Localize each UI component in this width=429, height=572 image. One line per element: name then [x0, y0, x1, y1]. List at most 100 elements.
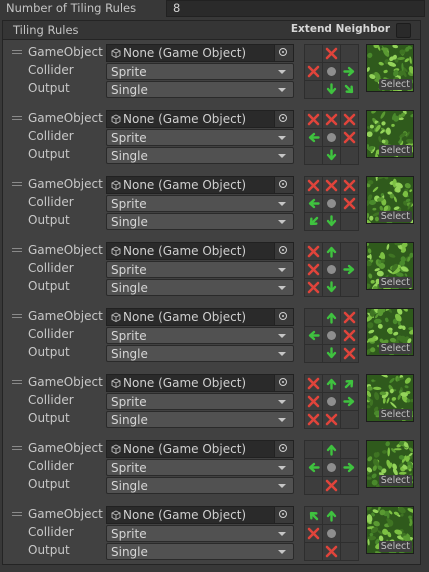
select-sprite-button[interactable]: Select: [378, 145, 412, 156]
sprite-preview[interactable]: Select: [366, 44, 414, 92]
neighbor-cell[interactable]: [305, 309, 322, 326]
neighbor-cell[interactable]: [323, 213, 340, 230]
sprite-preview[interactable]: Select: [366, 440, 414, 488]
neighbor-cell[interactable]: [323, 279, 340, 296]
drag-handle-icon[interactable]: [12, 380, 22, 386]
collider-dropdown[interactable]: Sprite: [106, 261, 294, 278]
drag-handle-icon[interactable]: [12, 50, 22, 56]
neighbor-cell[interactable]: [305, 147, 322, 164]
select-sprite-button[interactable]: Select: [378, 475, 412, 486]
gameobject-field[interactable]: None (Game Object): [106, 44, 294, 62]
drag-handle-icon[interactable]: [12, 248, 22, 254]
neighbor-cell[interactable]: [341, 213, 358, 230]
neighbor-cell[interactable]: [305, 507, 322, 524]
gameobject-field[interactable]: None (Game Object): [106, 374, 294, 392]
output-dropdown[interactable]: Single: [106, 345, 294, 362]
neighbor-cell[interactable]: [323, 45, 340, 62]
neighbor-cell[interactable]: [305, 543, 322, 560]
select-sprite-button[interactable]: Select: [378, 409, 412, 420]
neighbor-cell[interactable]: [323, 345, 340, 362]
neighbor-cell[interactable]: [341, 393, 358, 410]
extend-neighbor-checkbox[interactable]: [396, 23, 411, 38]
neighbor-cell[interactable]: [341, 111, 358, 128]
collider-dropdown[interactable]: Sprite: [106, 129, 294, 146]
neighbor-cell[interactable]: [323, 81, 340, 98]
select-sprite-button[interactable]: Select: [378, 541, 412, 552]
neighbor-cell[interactable]: [305, 375, 322, 392]
neighbor-cell[interactable]: [305, 195, 322, 212]
output-dropdown[interactable]: Single: [106, 279, 294, 296]
output-dropdown[interactable]: Single: [106, 411, 294, 428]
neighbor-cell[interactable]: [305, 63, 322, 80]
neighbor-cell[interactable]: [305, 411, 322, 428]
neighbor-cell[interactable]: [341, 345, 358, 362]
neighbor-cell[interactable]: [305, 459, 322, 476]
neighbor-cell[interactable]: [323, 375, 340, 392]
neighbor-cell[interactable]: [341, 441, 358, 458]
neighbor-cell[interactable]: [305, 525, 322, 542]
sprite-preview[interactable]: Select: [366, 308, 414, 356]
neighbor-cell[interactable]: [305, 327, 322, 344]
drag-handle-icon[interactable]: [12, 314, 22, 320]
object-picker-icon[interactable]: [274, 177, 293, 193]
tiling-rules-count-field[interactable]: 8: [166, 0, 425, 17]
neighbor-cell[interactable]: [305, 441, 322, 458]
neighbor-cell[interactable]: [341, 177, 358, 194]
neighbor-cell[interactable]: [323, 441, 340, 458]
neighbor-cell[interactable]: [305, 243, 322, 260]
output-dropdown[interactable]: Single: [106, 543, 294, 560]
neighbor-cell[interactable]: [305, 129, 322, 146]
neighbor-cell[interactable]: [341, 411, 358, 428]
neighbor-cell[interactable]: [341, 375, 358, 392]
neighbor-cell[interactable]: [341, 195, 358, 212]
neighbor-cell[interactable]: [305, 177, 322, 194]
neighbor-cell[interactable]: [323, 177, 340, 194]
gameobject-field[interactable]: None (Game Object): [106, 110, 294, 128]
collider-dropdown[interactable]: Sprite: [106, 393, 294, 410]
object-picker-icon[interactable]: [274, 375, 293, 391]
neighbor-cell[interactable]: [341, 147, 358, 164]
object-picker-icon[interactable]: [274, 45, 293, 61]
neighbor-cell[interactable]: [305, 213, 322, 230]
neighbor-cell[interactable]: [341, 543, 358, 560]
neighbor-cell[interactable]: [341, 81, 358, 98]
neighbor-cell[interactable]: [341, 525, 358, 542]
neighbor-cell[interactable]: [341, 459, 358, 476]
neighbor-cell[interactable]: [323, 477, 340, 494]
neighbor-cell[interactable]: [341, 279, 358, 296]
sprite-preview[interactable]: Select: [366, 110, 414, 158]
drag-handle-icon[interactable]: [12, 116, 22, 122]
output-dropdown[interactable]: Single: [106, 147, 294, 164]
neighbor-cell[interactable]: [341, 243, 358, 260]
drag-handle-icon[interactable]: [12, 512, 22, 518]
gameobject-field[interactable]: None (Game Object): [106, 176, 294, 194]
neighbor-cell[interactable]: [341, 309, 358, 326]
collider-dropdown[interactable]: Sprite: [106, 195, 294, 212]
neighbor-cell[interactable]: [341, 327, 358, 344]
sprite-preview[interactable]: Select: [366, 374, 414, 422]
gameobject-field[interactable]: None (Game Object): [106, 440, 294, 458]
neighbor-cell[interactable]: [305, 45, 322, 62]
neighbor-cell[interactable]: [341, 129, 358, 146]
neighbor-cell[interactable]: [341, 45, 358, 62]
neighbor-cell[interactable]: [323, 147, 340, 164]
neighbor-cell[interactable]: [305, 477, 322, 494]
select-sprite-button[interactable]: Select: [378, 343, 412, 354]
neighbor-cell[interactable]: [323, 543, 340, 560]
neighbor-cell[interactable]: [323, 111, 340, 128]
neighbor-cell[interactable]: [341, 477, 358, 494]
object-picker-icon[interactable]: [274, 441, 293, 457]
neighbor-cell[interactable]: [305, 393, 322, 410]
gameobject-field[interactable]: None (Game Object): [106, 242, 294, 260]
output-dropdown[interactable]: Single: [106, 213, 294, 230]
object-picker-icon[interactable]: [274, 507, 293, 523]
neighbor-cell[interactable]: [305, 111, 322, 128]
collider-dropdown[interactable]: Sprite: [106, 327, 294, 344]
neighbor-cell[interactable]: [323, 309, 340, 326]
collider-dropdown[interactable]: Sprite: [106, 459, 294, 476]
neighbor-cell[interactable]: [305, 279, 322, 296]
sprite-preview[interactable]: Select: [366, 176, 414, 224]
collider-dropdown[interactable]: Sprite: [106, 525, 294, 542]
neighbor-cell[interactable]: [323, 411, 340, 428]
object-picker-icon[interactable]: [274, 243, 293, 259]
